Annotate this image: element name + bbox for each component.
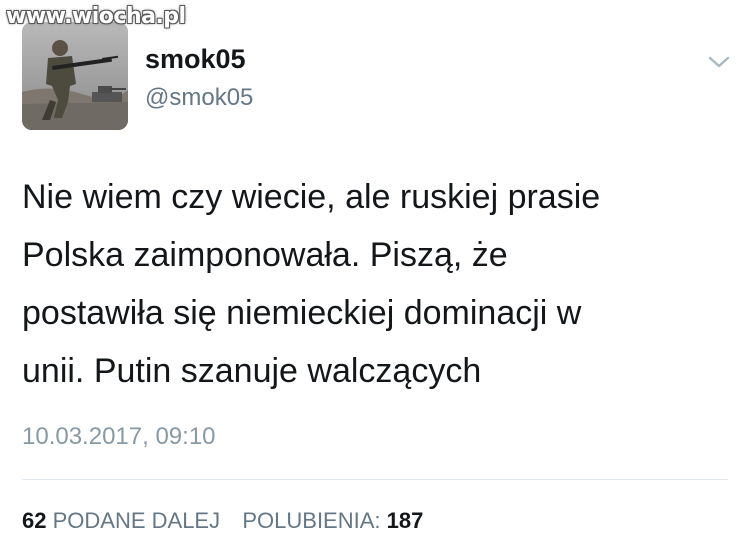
tweet-screenshot: www.wiocha.pl smok05 @smok05 Nie wiem cz… (0, 0, 750, 553)
likes-stat[interactable]: POLUBIENIA: 187 (242, 508, 423, 533)
tweet-stats: 62 PODANE DALEJ POLUBIENIA: 187 (22, 508, 423, 534)
user-handle[interactable]: @smok05 (145, 84, 253, 112)
watermark: www.wiocha.pl (6, 4, 186, 29)
avatar[interactable] (22, 22, 128, 130)
tweet-timestamp[interactable]: 10.03.2017, 09:10 (22, 423, 216, 451)
tweet-text: Nie wiem czy wiecie, ale ruskiej prasie … (22, 178, 601, 390)
divider (22, 479, 728, 480)
retweets-count: 62 (22, 508, 47, 533)
retweets-label: PODANE DALEJ (52, 508, 221, 533)
retweet-stat[interactable]: 62 PODANE DALEJ (22, 508, 226, 533)
likes-label: POLUBIENIA: (242, 508, 381, 533)
display-name[interactable]: smok05 (145, 44, 246, 75)
likes-count: 187 (386, 508, 424, 533)
chevron-down-icon[interactable] (708, 54, 730, 70)
soldier-avatar-icon (22, 22, 128, 130)
